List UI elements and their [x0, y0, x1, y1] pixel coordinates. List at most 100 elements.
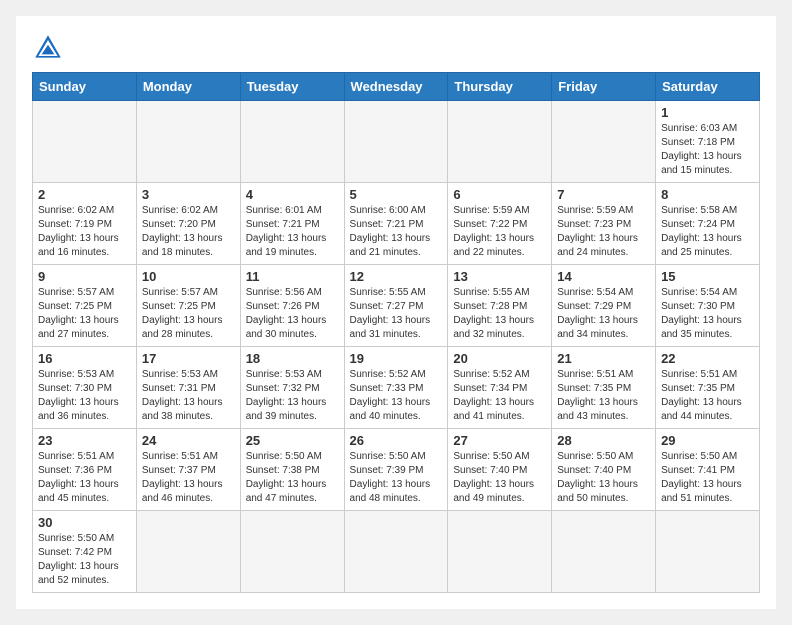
- calendar-page: SundayMondayTuesdayWednesdayThursdayFrid…: [16, 16, 776, 609]
- calendar-cell: 7 Sunrise: 5:59 AM Sunset: 7:23 PM Daylig…: [552, 183, 656, 265]
- day-number: 28: [557, 433, 650, 448]
- day-number: 7: [557, 187, 650, 202]
- calendar-cell: [656, 511, 760, 593]
- day-info: Sunrise: 5:50 AM Sunset: 7:39 PM Dayligh…: [350, 450, 443, 506]
- day-info: Sunrise: 5:50 AM Sunset: 7:41 PM Dayligh…: [661, 450, 754, 506]
- day-number: 17: [142, 351, 235, 366]
- day-number: 9: [38, 269, 131, 284]
- weekday-header-sunday: Sunday: [33, 73, 137, 101]
- calendar-week-5: 23 Sunrise: 5:51 AM Sunset: 7:36 PM Dayli…: [33, 429, 760, 511]
- weekday-header-saturday: Saturday: [656, 73, 760, 101]
- weekday-header-row: SundayMondayTuesdayWednesdayThursdayFrid…: [33, 73, 760, 101]
- day-info: Sunrise: 5:54 AM Sunset: 7:30 PM Dayligh…: [661, 286, 754, 342]
- calendar-cell: [448, 101, 552, 183]
- weekday-header-monday: Monday: [136, 73, 240, 101]
- day-info: Sunrise: 5:58 AM Sunset: 7:24 PM Dayligh…: [661, 204, 754, 260]
- day-number: 3: [142, 187, 235, 202]
- calendar-cell: 27Sunrise: 5:50 AM Sunset: 7:40 PM Dayli…: [448, 429, 552, 511]
- day-info: Sunrise: 5:55 AM Sunset: 7:28 PM Dayligh…: [453, 286, 546, 342]
- calendar-cell: 12Sunrise: 5:55 AM Sunset: 7:27 PM Dayli…: [344, 265, 448, 347]
- calendar-cell: [344, 511, 448, 593]
- calendar-week-1: 1 Sunrise: 6:03 AM Sunset: 7:18 PM Daylig…: [33, 101, 760, 183]
- calendar-cell: [240, 511, 344, 593]
- day-info: Sunrise: 6:03 AM Sunset: 7:18 PM Dayligh…: [661, 122, 754, 178]
- calendar-cell: 18 Sunrise: 5:53 AM Sunset: 7:32 PM Dayli…: [240, 347, 344, 429]
- calendar-cell: [448, 511, 552, 593]
- day-info: Sunrise: 5:50 AM Sunset: 7:40 PM Dayligh…: [557, 450, 650, 506]
- day-number: 8: [661, 187, 754, 202]
- calendar-cell: 14 Sunrise: 5:54 AM Sunset: 7:29 PM Dayli…: [552, 265, 656, 347]
- day-info: Sunrise: 6:01 AM Sunset: 7:21 PM Dayligh…: [246, 204, 339, 260]
- page-header: [32, 32, 760, 64]
- day-number: 26: [350, 433, 443, 448]
- calendar-week-4: 16Sunrise: 5:53 AM Sunset: 7:30 PM Dayli…: [33, 347, 760, 429]
- day-info: Sunrise: 5:53 AM Sunset: 7:31 PM Dayligh…: [142, 368, 235, 424]
- calendar-cell: 3 Sunrise: 6:02 AM Sunset: 7:20 PM Daylig…: [136, 183, 240, 265]
- day-number: 23: [38, 433, 131, 448]
- day-number: 21: [557, 351, 650, 366]
- weekday-header-thursday: Thursday: [448, 73, 552, 101]
- day-number: 14: [557, 269, 650, 284]
- day-info: Sunrise: 5:52 AM Sunset: 7:34 PM Dayligh…: [453, 368, 546, 424]
- day-number: 10: [142, 269, 235, 284]
- day-info: Sunrise: 5:51 AM Sunset: 7:35 PM Dayligh…: [661, 368, 754, 424]
- calendar-cell: 21 Sunrise: 5:51 AM Sunset: 7:35 PM Dayli…: [552, 347, 656, 429]
- calendar-cell: 22 Sunrise: 5:51 AM Sunset: 7:35 PM Dayli…: [656, 347, 760, 429]
- calendar-cell: 16Sunrise: 5:53 AM Sunset: 7:30 PM Dayli…: [33, 347, 137, 429]
- calendar-cell: 8 Sunrise: 5:58 AM Sunset: 7:24 PM Daylig…: [656, 183, 760, 265]
- calendar-cell: 28 Sunrise: 5:50 AM Sunset: 7:40 PM Dayli…: [552, 429, 656, 511]
- day-number: 4: [246, 187, 339, 202]
- logo: [32, 32, 68, 64]
- calendar-cell: [552, 101, 656, 183]
- day-number: 1: [661, 105, 754, 120]
- calendar-table: SundayMondayTuesdayWednesdayThursdayFrid…: [32, 72, 760, 593]
- calendar-cell: 25 Sunrise: 5:50 AM Sunset: 7:38 PM Dayli…: [240, 429, 344, 511]
- calendar-cell: 11Sunrise: 5:56 AM Sunset: 7:26 PM Dayli…: [240, 265, 344, 347]
- weekday-header-wednesday: Wednesday: [344, 73, 448, 101]
- calendar-cell: 26 Sunrise: 5:50 AM Sunset: 7:39 PM Dayli…: [344, 429, 448, 511]
- day-number: 18: [246, 351, 339, 366]
- day-info: Sunrise: 5:50 AM Sunset: 7:40 PM Dayligh…: [453, 450, 546, 506]
- calendar-cell: 5 Sunrise: 6:00 AM Sunset: 7:21 PM Daylig…: [344, 183, 448, 265]
- day-info: Sunrise: 5:57 AM Sunset: 7:25 PM Dayligh…: [142, 286, 235, 342]
- calendar-week-6: 30Sunrise: 5:50 AM Sunset: 7:42 PM Dayli…: [33, 511, 760, 593]
- calendar-cell: 13 Sunrise: 5:55 AM Sunset: 7:28 PM Dayli…: [448, 265, 552, 347]
- day-info: Sunrise: 5:50 AM Sunset: 7:38 PM Dayligh…: [246, 450, 339, 506]
- day-info: Sunrise: 5:54 AM Sunset: 7:29 PM Dayligh…: [557, 286, 650, 342]
- calendar-cell: 17 Sunrise: 5:53 AM Sunset: 7:31 PM Dayli…: [136, 347, 240, 429]
- day-info: Sunrise: 5:51 AM Sunset: 7:36 PM Dayligh…: [38, 450, 131, 506]
- calendar-cell: [136, 101, 240, 183]
- day-info: Sunrise: 6:02 AM Sunset: 7:20 PM Dayligh…: [142, 204, 235, 260]
- day-info: Sunrise: 6:02 AM Sunset: 7:19 PM Dayligh…: [38, 204, 131, 260]
- calendar-cell: 2Sunrise: 6:02 AM Sunset: 7:19 PM Daylig…: [33, 183, 137, 265]
- weekday-header-tuesday: Tuesday: [240, 73, 344, 101]
- day-number: 20: [453, 351, 546, 366]
- logo-icon: [32, 32, 64, 64]
- day-info: Sunrise: 5:57 AM Sunset: 7:25 PM Dayligh…: [38, 286, 131, 342]
- day-number: 29: [661, 433, 754, 448]
- calendar-cell: 4 Sunrise: 6:01 AM Sunset: 7:21 PM Daylig…: [240, 183, 344, 265]
- day-info: Sunrise: 5:53 AM Sunset: 7:32 PM Dayligh…: [246, 368, 339, 424]
- day-number: 5: [350, 187, 443, 202]
- calendar-cell: 1 Sunrise: 6:03 AM Sunset: 7:18 PM Daylig…: [656, 101, 760, 183]
- day-info: Sunrise: 5:59 AM Sunset: 7:23 PM Dayligh…: [557, 204, 650, 260]
- calendar-cell: 23 Sunrise: 5:51 AM Sunset: 7:36 PM Dayli…: [33, 429, 137, 511]
- calendar-cell: 9 Sunrise: 5:57 AM Sunset: 7:25 PM Daylig…: [33, 265, 137, 347]
- calendar-cell: 24 Sunrise: 5:51 AM Sunset: 7:37 PM Dayli…: [136, 429, 240, 511]
- day-info: Sunrise: 5:56 AM Sunset: 7:26 PM Dayligh…: [246, 286, 339, 342]
- day-number: 24: [142, 433, 235, 448]
- calendar-week-2: 2Sunrise: 6:02 AM Sunset: 7:19 PM Daylig…: [33, 183, 760, 265]
- day-info: Sunrise: 6:00 AM Sunset: 7:21 PM Dayligh…: [350, 204, 443, 260]
- day-number: 22: [661, 351, 754, 366]
- day-info: Sunrise: 5:53 AM Sunset: 7:30 PM Dayligh…: [38, 368, 131, 424]
- day-info: Sunrise: 5:51 AM Sunset: 7:37 PM Dayligh…: [142, 450, 235, 506]
- day-number: 13: [453, 269, 546, 284]
- day-info: Sunrise: 5:55 AM Sunset: 7:27 PM Dayligh…: [350, 286, 443, 342]
- calendar-cell: 20 Sunrise: 5:52 AM Sunset: 7:34 PM Dayli…: [448, 347, 552, 429]
- day-number: 30: [38, 515, 131, 530]
- day-info: Sunrise: 5:51 AM Sunset: 7:35 PM Dayligh…: [557, 368, 650, 424]
- calendar-cell: [344, 101, 448, 183]
- calendar-cell: 30Sunrise: 5:50 AM Sunset: 7:42 PM Dayli…: [33, 511, 137, 593]
- day-info: Sunrise: 5:59 AM Sunset: 7:22 PM Dayligh…: [453, 204, 546, 260]
- day-number: 25: [246, 433, 339, 448]
